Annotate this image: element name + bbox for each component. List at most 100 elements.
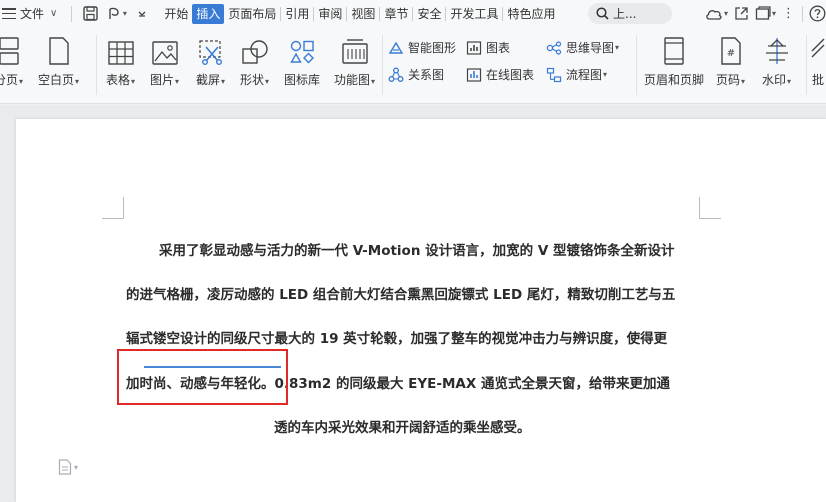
relation-chart-label: 关系图 — [408, 68, 445, 82]
tab-page-layout[interactable]: 页面布局 — [224, 4, 280, 24]
relation-chart-button[interactable]: 关系图 — [388, 66, 444, 83]
more-button[interactable]: ⋮ — [782, 3, 796, 24]
tab-security[interactable]: 安全 — [413, 4, 445, 24]
tab-view[interactable]: 视图 — [347, 4, 379, 24]
cloud-sync-button[interactable]: ▾ — [705, 3, 728, 24]
shape-label: 形状 — [240, 73, 265, 87]
page-number-label: 页码 — [716, 73, 741, 87]
chevron-down-icon: ▾ — [741, 77, 746, 86]
tab-chapter[interactable]: 章节 — [380, 4, 412, 24]
chart-icon — [466, 40, 482, 55]
svg-text:#: # — [726, 48, 734, 59]
icon-library-icon — [289, 35, 315, 65]
quick-access-toolbar: ▾ — [67, 3, 154, 25]
right-toolbar: ▾ ▾ ⋮ — [705, 3, 826, 24]
online-chart-button[interactable]: 在线图表 — [466, 66, 534, 83]
tab-references[interactable]: 引用 — [281, 4, 313, 24]
help-button[interactable] — [809, 3, 826, 24]
flowchart-icon — [546, 67, 562, 82]
shape-button[interactable]: 形状▾ — [240, 35, 269, 88]
export-button[interactable]: ▾ — [755, 3, 776, 24]
document-area: 采用了彰显动感与活力的新一代 V-Motion 设计语言，加宽的 V 型镀铬饰条… — [0, 105, 826, 502]
page-number-button[interactable]: # 页码▾ — [716, 35, 745, 88]
batch-icon — [810, 35, 826, 65]
chart-button[interactable]: 图表 — [466, 39, 510, 56]
page-break-label: 分页 — [0, 73, 19, 87]
chart-label: 图表 — [486, 41, 511, 55]
function-chart-label: 功能图 — [334, 73, 371, 87]
chevron-down-icon — [138, 11, 146, 17]
blank-page-label: 空白页 — [38, 73, 75, 87]
mind-map-button[interactable]: 思维导图 ▾ — [546, 39, 619, 56]
page-break-button[interactable]: 分页▾ — [0, 35, 23, 88]
page-break-icon — [0, 35, 22, 65]
tab-review[interactable]: 审阅 — [314, 4, 346, 24]
picture-label: 图片 — [150, 73, 175, 87]
header-footer-label: 页眉和页脚 — [644, 73, 705, 87]
smart-shape-label: 智能图形 — [408, 41, 457, 55]
page-number-icon: # — [720, 35, 742, 65]
document-page[interactable]: 采用了彰显动感与活力的新一代 V-Motion 设计语言，加宽的 V 型镀铬饰条… — [16, 119, 826, 502]
blank-page-button[interactable]: 空白页▾ — [38, 35, 79, 88]
chevron-down-icon: ▾ — [603, 70, 608, 79]
table-label: 表格 — [106, 73, 131, 87]
picture-button[interactable]: 图片▾ — [150, 35, 179, 88]
picture-icon — [151, 35, 178, 65]
batch-button[interactable]: 批 — [810, 35, 826, 88]
file-menu-label: 文件 — [20, 7, 45, 21]
header-footer-button[interactable]: 页眉和页脚 — [644, 35, 704, 88]
chevron-down-icon: ▾ — [221, 77, 226, 86]
chevron-down-icon: ▾ — [75, 77, 80, 86]
tab-home[interactable]: 开始 — [160, 4, 192, 24]
flowchart-button[interactable]: 流程图 ▾ — [546, 66, 607, 83]
chevron-down-icon: ▾ — [122, 9, 127, 18]
share-button[interactable] — [734, 3, 749, 24]
search-text: 上... — [613, 7, 637, 21]
paragraph-layout-button[interactable]: ▾ — [58, 459, 78, 475]
divider — [71, 5, 73, 22]
tab-insert[interactable]: 插入 — [192, 3, 225, 24]
file-menu[interactable]: 文件 ∨ — [0, 0, 57, 27]
tab-developer[interactable]: 开发工具 — [446, 4, 502, 24]
divider — [382, 35, 383, 95]
cloud-icon — [706, 9, 722, 20]
highlight-box — [117, 349, 288, 405]
header-footer-icon — [663, 35, 685, 65]
undo-button[interactable]: ▾ — [104, 3, 128, 25]
undo-icon — [109, 7, 119, 19]
chevron-down-icon: ▾ — [175, 77, 180, 86]
icon-library-button[interactable]: 图标库 — [284, 35, 320, 88]
chevron-down-icon: ▾ — [131, 77, 136, 86]
watermark-button[interactable]: 水印▾ — [762, 35, 791, 88]
table-button[interactable]: 表格▾ — [106, 35, 135, 88]
paragraph-line-1: 采用了彰显动感与活力的新一代 V-Motion 设计语言，加宽的 V 型镀铬饰条… — [159, 243, 675, 259]
divider — [636, 35, 637, 95]
save-button[interactable] — [78, 3, 102, 25]
chevron-down-icon: ▾ — [615, 43, 620, 52]
shape-icon — [241, 35, 269, 65]
divider — [802, 5, 803, 22]
chevron-down-icon: ▾ — [74, 462, 79, 472]
chevron-down-icon: ∨ — [50, 8, 58, 19]
function-chart-button[interactable]: 功能图▾ — [334, 35, 375, 88]
watermark-label: 水印 — [762, 73, 787, 87]
chevron-down-icon: ▾ — [265, 77, 270, 86]
customize-toolbar-button[interactable] — [130, 3, 154, 25]
icon-library-label: 图标库 — [284, 73, 321, 87]
watermark-icon — [764, 35, 790, 65]
chevron-down-icon: ▾ — [787, 77, 792, 86]
tab-special-apps[interactable]: 特色应用 — [503, 4, 559, 24]
screenshot-button[interactable]: 截屏▾ — [196, 35, 225, 88]
ribbon-tabs: 开始 插入 页面布局 引用 审阅 视图 章节 安全 开发工具 特色应用 — [160, 3, 559, 24]
scissors-icon — [198, 35, 224, 65]
divider — [96, 35, 97, 95]
search-box[interactable]: 上... — [588, 3, 672, 24]
smart-shape-button[interactable]: 智能图形 — [388, 39, 456, 56]
chevron-down-icon: ▾ — [371, 77, 376, 86]
table-icon — [107, 35, 134, 65]
more-icon: ⋮ — [782, 6, 796, 21]
blank-page-icon — [48, 35, 70, 65]
online-chart-label: 在线图表 — [486, 68, 535, 82]
save-icon — [83, 6, 98, 21]
divider — [806, 35, 807, 95]
